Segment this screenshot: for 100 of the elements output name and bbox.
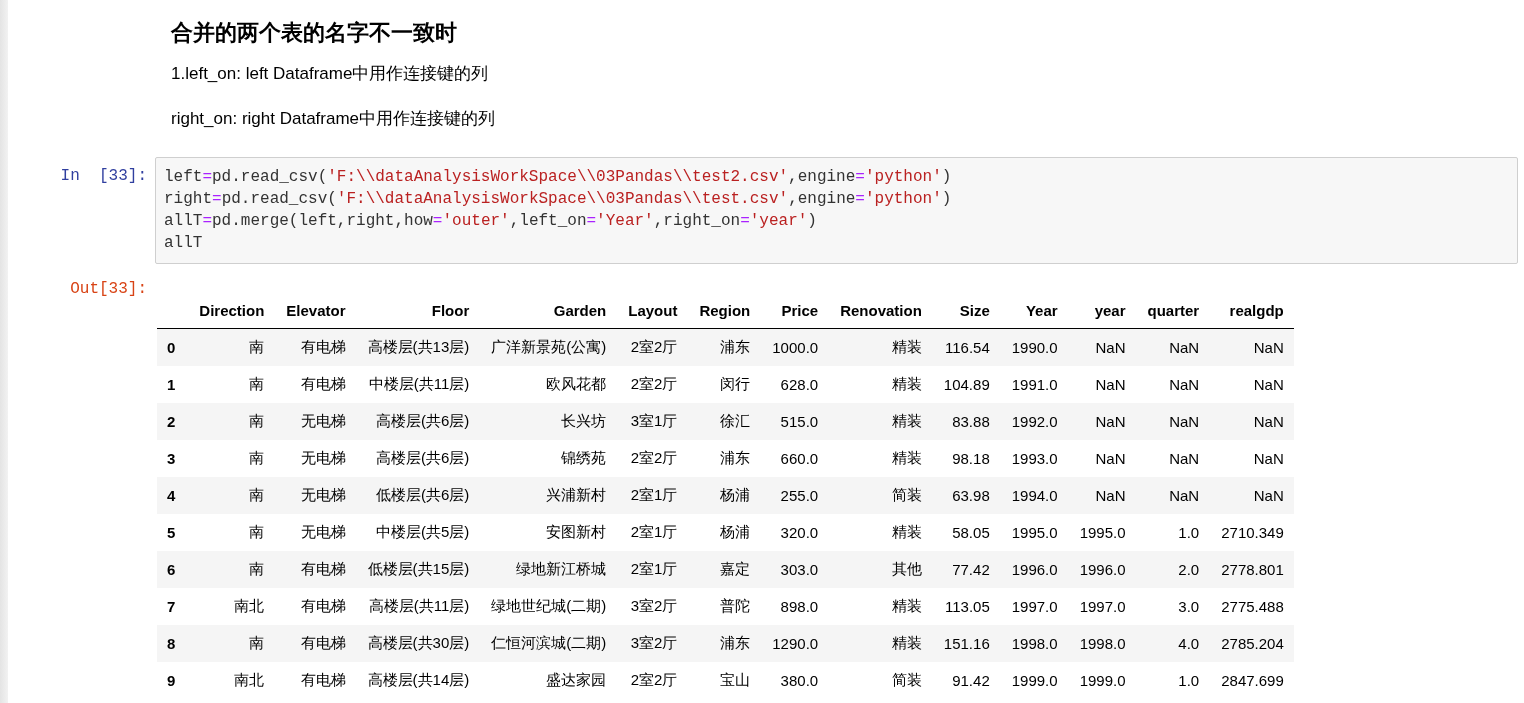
code-line: left=pd.read_csv('F:\\dataAnalysisWorkSpace\\03Pandas\\test2.csv',engine='python') (164, 167, 952, 188)
table-cell: 低楼层(共6层) (355, 477, 480, 514)
column-header: Size (931, 292, 1000, 329)
table-cell: 其他 (828, 551, 932, 588)
table-cell: 1290.0 (760, 625, 829, 662)
table-cell: 2710.349 (1209, 514, 1294, 551)
table-cell: 有电梯 (274, 328, 356, 366)
table-cell: 精装 (828, 403, 932, 440)
table-cell: 浦东 (687, 625, 761, 662)
table-cell: 有电梯 (274, 625, 356, 662)
column-header: Year (999, 292, 1068, 329)
table-cell: 77.42 (931, 551, 1000, 588)
table-cell: 有电梯 (274, 662, 356, 699)
column-header: Floor (355, 292, 480, 329)
row-index: 3 (157, 440, 188, 477)
table-cell: 精装 (828, 328, 932, 366)
table-cell: 1.0 (1135, 662, 1210, 699)
table-cell: 1994.0 (999, 477, 1068, 514)
table-cell: 高楼层(共14层) (355, 662, 480, 699)
table-cell: 116.54 (931, 328, 1000, 366)
table-cell: 2847.699 (1209, 662, 1294, 699)
table-cell: 1995.0 (1067, 514, 1136, 551)
table-cell: 精装 (828, 366, 932, 403)
table-cell: NaN (1067, 366, 1136, 403)
table-cell: 3室2厅 (616, 625, 688, 662)
row-index: 0 (157, 328, 188, 366)
table-cell: 63.98 (931, 477, 1000, 514)
column-header: Elevator (274, 292, 356, 329)
table-cell: 1998.0 (1067, 625, 1136, 662)
table-cell: 精装 (828, 440, 932, 477)
table-cell: 长兴坊 (479, 403, 617, 440)
table-cell: 1992.0 (999, 403, 1068, 440)
table-cell: 151.16 (931, 625, 1000, 662)
table-cell: 南 (187, 551, 275, 588)
row-index: 5 (157, 514, 188, 551)
table-cell: 宝山 (687, 662, 761, 699)
table-cell: 中楼层(共11层) (355, 366, 480, 403)
table-cell: 2785.204 (1209, 625, 1294, 662)
table-cell: 1997.0 (999, 588, 1068, 625)
table-cell: 有电梯 (274, 366, 356, 403)
table-cell: NaN (1135, 403, 1210, 440)
table-cell: 1990.0 (999, 328, 1068, 366)
table-cell: 徐汇 (687, 403, 761, 440)
table-cell: 无电梯 (274, 514, 356, 551)
table-cell: 320.0 (760, 514, 829, 551)
table-cell: 高楼层(共6层) (355, 403, 480, 440)
table-cell: 104.89 (931, 366, 1000, 403)
table-cell: 2.0 (1135, 551, 1210, 588)
column-header: Garden (479, 292, 617, 329)
table-cell: 南 (187, 328, 275, 366)
table-cell: 1998.0 (999, 625, 1068, 662)
table-cell: 南 (187, 366, 275, 403)
row-index: 8 (157, 625, 188, 662)
table-cell: 盛达家园 (479, 662, 617, 699)
row-index: 4 (157, 477, 188, 514)
table-cell: 1999.0 (1067, 662, 1136, 699)
table-cell: 1996.0 (1067, 551, 1136, 588)
table-cell: NaN (1067, 440, 1136, 477)
table-cell: 628.0 (760, 366, 829, 403)
table-cell: 1995.0 (999, 514, 1068, 551)
code-editor[interactable] (155, 157, 1518, 264)
row-index: 7 (157, 588, 188, 625)
table-cell: 南 (187, 477, 275, 514)
table-cell: 2室1厅 (616, 551, 688, 588)
table-cell: 精装 (828, 588, 932, 625)
section-heading: 合并的两个表的名字不一致时 (171, 19, 458, 47)
table-cell: 高楼层(共11层) (355, 588, 480, 625)
table-cell: 低楼层(共15层) (355, 551, 480, 588)
code-line: right=pd.read_csv('F:\\dataAnalysisWorkSpace\\03Pandas\\test.csv',engine='python') (164, 189, 952, 210)
table-cell: NaN (1209, 477, 1294, 514)
code-line: allT=pd.merge(left,right,how='outer',left_on='Year',right_on='year') (164, 211, 817, 232)
table-cell: 浦东 (687, 440, 761, 477)
table-cell: 113.05 (931, 588, 1000, 625)
table-cell: 杨浦 (687, 477, 761, 514)
column-header: Layout (616, 292, 688, 329)
table-cell: NaN (1067, 403, 1136, 440)
table-cell: NaN (1067, 477, 1136, 514)
paragraph: 1.left_on: left Dataframe中用作连接键的列 (171, 63, 490, 85)
table-cell: 南 (187, 625, 275, 662)
table-cell: 闵行 (687, 366, 761, 403)
column-header: Price (760, 292, 829, 329)
table-cell: 精装 (828, 514, 932, 551)
row-index: 1 (157, 366, 188, 403)
table-cell: 2室1厅 (616, 514, 688, 551)
table-cell: 303.0 (760, 551, 829, 588)
table-cell: 高楼层(共13层) (355, 328, 480, 366)
table-cell: 仁恒河滨城(二期) (479, 625, 617, 662)
table-cell: 3.0 (1135, 588, 1210, 625)
table-cell: 有电梯 (274, 551, 356, 588)
table-cell: 1.0 (1135, 514, 1210, 551)
column-header: year (1067, 292, 1136, 329)
table-cell: 1993.0 (999, 440, 1068, 477)
table-cell: 精装 (828, 625, 932, 662)
table-cell: 1999.0 (999, 662, 1068, 699)
table-cell: 南 (187, 440, 275, 477)
column-header: realgdp (1209, 292, 1294, 329)
table-cell: 无电梯 (274, 477, 356, 514)
paragraph: right_on: right Dataframe中用作连接键的列 (171, 108, 497, 130)
table-cell: 绿地世纪城(二期) (479, 588, 617, 625)
table-cell: NaN (1209, 328, 1294, 366)
